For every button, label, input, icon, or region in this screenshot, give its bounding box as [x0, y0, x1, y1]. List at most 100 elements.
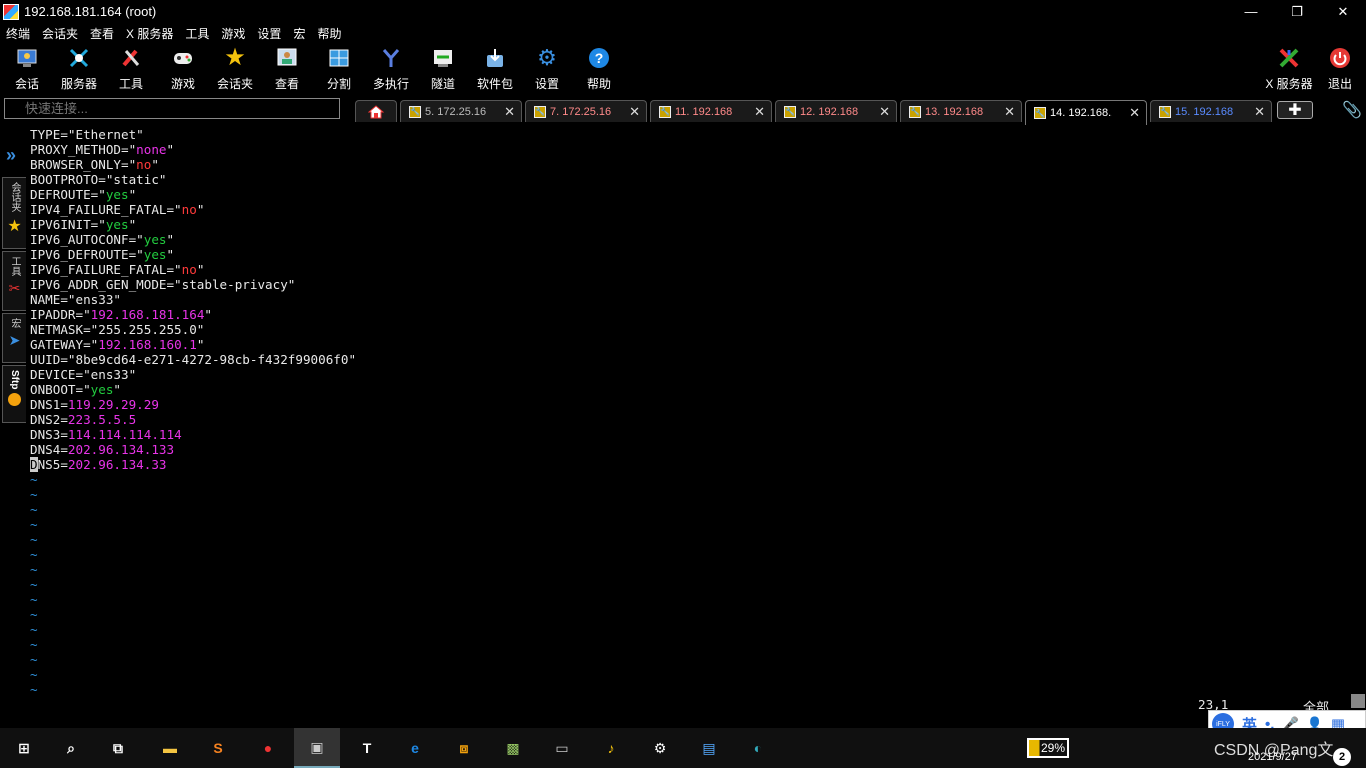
- taskbar-app[interactable]: T: [344, 728, 390, 768]
- terminal-output[interactable]: TYPE="Ethernet" PROXY_METHOD="none" BROWSE…: [26, 125, 1350, 728]
- terminal-line: GATEWAY="192.168.160.1": [30, 337, 1350, 352]
- ie-icon: e: [411, 740, 419, 756]
- file-explorer-icon: ▬: [163, 740, 177, 756]
- terminal-line: IPADDR="192.168.181.164": [30, 307, 1350, 322]
- sessions-folder-button[interactable]: ★ 会话夹: [209, 46, 261, 94]
- taskbar-app[interactable]: e: [392, 728, 438, 768]
- remote-icon: ▤: [702, 739, 716, 756]
- menu-help[interactable]: 帮助: [311, 25, 347, 42]
- menu-view[interactable]: 查看: [84, 25, 120, 42]
- menu-sessions[interactable]: 会话夹: [36, 25, 84, 42]
- session-tab[interactable]: 🔧 13. 192.168 ✕: [900, 100, 1022, 122]
- session-tab[interactable]: 🔧 5. 172.25.16 ✕: [400, 100, 522, 122]
- empty-line-marker: ~: [30, 472, 38, 487]
- empty-line-marker: ~: [30, 487, 38, 502]
- session-tab[interactable]: 🔧 7. 172.25.16 ✕: [525, 100, 647, 122]
- taskbar-app[interactable]: ⊞: [1, 728, 47, 768]
- menu-terminal[interactable]: 终端: [0, 25, 36, 42]
- tunnel-button[interactable]: 隧道: [417, 46, 469, 94]
- sidebar-tab-tools[interactable]: 工具 ✂: [2, 251, 26, 311]
- taskbar-app[interactable]: ⌕: [48, 728, 94, 768]
- tab-close-icon[interactable]: ✕: [754, 104, 765, 120]
- games-button[interactable]: 游戏: [157, 46, 209, 94]
- taskbar-app[interactable]: ▣: [294, 728, 340, 768]
- taskbar-app[interactable]: ⚙: [637, 728, 683, 768]
- split-button[interactable]: 分割: [313, 46, 365, 94]
- empty-line-marker: ~: [30, 562, 38, 577]
- menu-games[interactable]: 游戏: [215, 25, 251, 42]
- clock-date[interactable]: 2021/9/27: [1248, 751, 1297, 763]
- tab-close-icon[interactable]: ✕: [1254, 104, 1265, 120]
- wrench-icon: 🔧: [409, 105, 421, 118]
- taskbar-app[interactable]: S: [195, 728, 241, 768]
- taskbar-app[interactable]: ▤: [686, 728, 732, 768]
- terminal-text: PROXY_METHOD=": [30, 142, 137, 157]
- quick-connect-input[interactable]: [4, 98, 340, 119]
- terminal-text: 202.96.134.33: [67, 457, 167, 472]
- terminal-line: BOOTPROTO="static": [30, 172, 1350, 187]
- sidebar-tab-sftp[interactable]: Sftp: [2, 365, 26, 423]
- servers-button[interactable]: 服务器: [53, 46, 105, 94]
- multiexec-button[interactable]: 多执行: [365, 46, 417, 94]
- terminal-text: ": [196, 202, 205, 217]
- settings-button[interactable]: ⚙ 设置: [521, 46, 573, 94]
- empty-line-marker: ~: [30, 682, 38, 697]
- scrollbar-thumb[interactable]: [1351, 694, 1365, 708]
- session-tab[interactable]: 🔧 11. 192.168 ✕: [650, 100, 772, 122]
- menu-macros[interactable]: 宏: [287, 25, 311, 42]
- help-button[interactable]: ? 帮助: [573, 46, 625, 94]
- wrench-icon: 🔧: [1034, 107, 1046, 119]
- expand-sidebar-icon[interactable]: »: [6, 145, 16, 166]
- notification-badge[interactable]: 2: [1333, 748, 1351, 766]
- start-icon: ⊞: [18, 739, 30, 756]
- session-button[interactable]: 会话: [1, 46, 53, 94]
- new-tab-button[interactable]: ✚: [1277, 101, 1313, 119]
- taskbar-app[interactable]: ▬: [147, 728, 193, 768]
- packages-button[interactable]: 软件包: [469, 46, 521, 94]
- exit-button[interactable]: 退出: [1314, 46, 1366, 94]
- xserver-button[interactable]: X 服务器: [1260, 46, 1318, 94]
- menu-tools[interactable]: 工具: [179, 25, 215, 42]
- taskbar-app[interactable]: ⧉: [95, 728, 141, 768]
- home-tab[interactable]: [355, 100, 397, 122]
- sidebar-tab-macros[interactable]: 宏 ➤: [2, 313, 26, 363]
- taskbar-app[interactable]: ⧈: [441, 728, 487, 768]
- terminal-text: IPV6_FAILURE_FATAL=": [30, 262, 182, 277]
- tools-button[interactable]: 工具: [105, 46, 157, 94]
- taskbar: ⊞ ⌕ ⧉ ▬ S ● ▣ Te ⧈ ▩ ▭ ♪ ⚙ ▤ ◐: [0, 728, 1366, 768]
- view-button[interactable]: 查看: [261, 46, 313, 94]
- mobaxterm-icon: ▣: [310, 738, 324, 755]
- taskbar-app[interactable]: ▭: [539, 728, 585, 768]
- tab-close-icon[interactable]: ✕: [1129, 105, 1140, 121]
- taskbar-app[interactable]: ◐: [735, 728, 781, 768]
- star-icon: ★: [224, 44, 246, 71]
- menu-settings[interactable]: 设置: [251, 25, 287, 42]
- plus-icon: ✚: [1288, 102, 1302, 119]
- sidebar-tab-sessions[interactable]: 会话夹 ★: [2, 177, 26, 249]
- terminal-line: PROXY_METHOD="none": [30, 142, 1350, 157]
- restore-button[interactable]: ❐: [1274, 0, 1320, 23]
- menu-xserver[interactable]: X 服务器: [120, 25, 179, 42]
- terminal-text: DEVICE="ens33": [30, 367, 137, 382]
- session-tab-active[interactable]: 🔧 14. 192.168.1 ✕: [1025, 100, 1147, 125]
- session-tab[interactable]: 🔧 12. 192.168 ✕: [775, 100, 897, 122]
- minimize-button[interactable]: —: [1228, 0, 1274, 23]
- paperclip-icon[interactable]: 📎: [1342, 100, 1362, 120]
- star-icon: ★: [7, 218, 22, 235]
- terminal-text: no: [181, 202, 197, 217]
- taskbar-app[interactable]: ♪: [588, 728, 634, 768]
- terminal-text: 192.168.160.1: [98, 337, 197, 352]
- taskbar-app[interactable]: ▩: [490, 728, 536, 768]
- tab-close-icon[interactable]: ✕: [879, 104, 890, 120]
- tab-close-icon[interactable]: ✕: [504, 104, 515, 120]
- wrench-icon: 🔧: [1159, 105, 1171, 118]
- battery-indicator[interactable]: 29%: [1027, 738, 1069, 758]
- empty-line-marker: ~: [30, 652, 38, 667]
- wrench-icon: 🔧: [909, 105, 921, 118]
- scrollbar[interactable]: [1350, 125, 1366, 728]
- taskbar-app[interactable]: ●: [245, 728, 291, 768]
- session-tab[interactable]: 🔧 15. 192.168 ✕: [1150, 100, 1272, 122]
- close-button[interactable]: ✕: [1320, 0, 1366, 23]
- tab-close-icon[interactable]: ✕: [1004, 104, 1015, 120]
- tab-close-icon[interactable]: ✕: [629, 104, 640, 120]
